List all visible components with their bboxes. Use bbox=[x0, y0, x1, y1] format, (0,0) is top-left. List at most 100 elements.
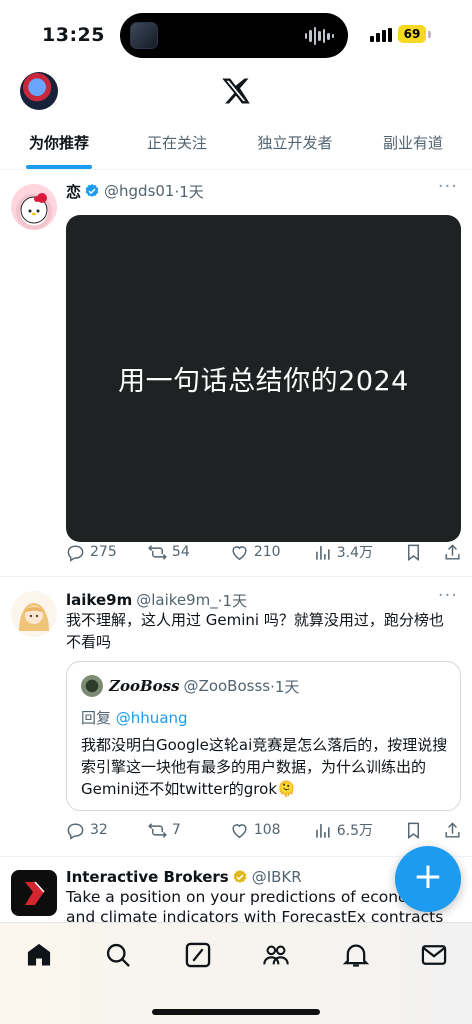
views-button[interactable]: 3.4万 bbox=[313, 542, 404, 562]
like-button[interactable]: 210 bbox=[230, 543, 313, 562]
reply-prefix: 回复 bbox=[81, 709, 112, 727]
bell-icon bbox=[342, 944, 370, 967]
tab-indie-dev[interactable]: 独立开发者 bbox=[236, 120, 354, 169]
views-chart-icon bbox=[315, 545, 330, 560]
bookmark-icon bbox=[407, 544, 419, 561]
share-icon bbox=[445, 543, 460, 560]
post-text: 我不理解，这人用过 Gemini 吗？就算没用过，跑分榜也不看吗 bbox=[66, 611, 444, 651]
more-options-icon[interactable]: ··· bbox=[438, 585, 458, 606]
tab-side-hustle[interactable]: 副业有道 bbox=[354, 120, 472, 169]
dynamic-island[interactable] bbox=[120, 13, 348, 58]
author-avatar[interactable] bbox=[11, 870, 57, 916]
repost-count: 7 bbox=[171, 822, 181, 838]
communities-icon bbox=[263, 945, 289, 965]
quote-author-name[interactable]: ZooBoss bbox=[109, 677, 180, 695]
post-divider bbox=[0, 856, 472, 857]
battery-cap-icon bbox=[428, 31, 431, 38]
grok-icon bbox=[185, 942, 211, 968]
post-actions: 32 7 108 6.5万 bbox=[66, 819, 462, 841]
share-button[interactable] bbox=[443, 543, 462, 562]
bookmark-button[interactable] bbox=[404, 821, 443, 840]
author-handle[interactable]: @IBKR bbox=[252, 868, 302, 886]
quote-time: ·1天 bbox=[270, 677, 300, 696]
signal-icon bbox=[370, 28, 392, 42]
post-image[interactable]: 用一句话总结你的2024 bbox=[66, 215, 461, 542]
nav-messages[interactable] bbox=[420, 941, 450, 971]
quote-text: 我都没明白Google这轮ai竞赛是怎么落后的，按理说搜索引擎这一块他有最多的用… bbox=[81, 736, 448, 798]
repost-icon bbox=[148, 544, 167, 560]
author-handle[interactable]: @laike9m_ bbox=[136, 591, 218, 609]
quoted-post[interactable]: ZooBoss @ZooBosss ·1天 回复 @hhuang 我都没明白Go… bbox=[66, 661, 461, 811]
like-button[interactable]: 108 bbox=[230, 821, 313, 840]
post-time: ·1天 bbox=[174, 182, 204, 201]
repost-button[interactable]: 7 bbox=[148, 821, 230, 840]
author-avatar[interactable] bbox=[11, 591, 57, 637]
share-icon bbox=[445, 821, 460, 838]
views-chart-icon bbox=[315, 823, 330, 838]
bottom-navigation bbox=[0, 922, 472, 1024]
tab-following[interactable]: 正在关注 bbox=[118, 120, 236, 169]
status-bar: 13:25 69 bbox=[0, 0, 472, 70]
more-options-icon[interactable]: ··· bbox=[438, 176, 458, 197]
quote-author-handle[interactable]: @ZooBosss bbox=[184, 677, 271, 695]
home-indicator[interactable] bbox=[152, 1009, 320, 1015]
tab-for-you[interactable]: 为你推荐 bbox=[0, 120, 118, 169]
post-actions: 275 54 210 3.4万 bbox=[66, 541, 462, 563]
app-header bbox=[0, 70, 472, 120]
x-logo-icon[interactable] bbox=[221, 76, 251, 106]
nav-search[interactable] bbox=[104, 941, 134, 971]
now-playing-app-icon bbox=[130, 22, 158, 49]
battery-indicator: 69 bbox=[398, 25, 426, 43]
nav-home[interactable] bbox=[25, 941, 55, 971]
repost-icon bbox=[148, 822, 167, 838]
reply-mention[interactable]: @hhuang bbox=[116, 709, 188, 727]
heart-icon bbox=[232, 823, 247, 838]
post-card[interactable]: laike9m @laike9m_ ·1天 ··· 我不理解，这人用过 Gemi… bbox=[0, 585, 472, 849]
reply-context: 回复 @hhuang bbox=[81, 707, 188, 728]
timeline-tabs: 为你推荐 正在关注 独立开发者 副业有道 bbox=[0, 120, 472, 170]
repost-count: 54 bbox=[171, 544, 190, 560]
bookmark-icon bbox=[407, 822, 419, 839]
view-count: 6.5万 bbox=[336, 823, 373, 839]
reply-count: 275 bbox=[90, 544, 117, 560]
post-header: laike9m @laike9m_ ·1天 bbox=[66, 589, 452, 611]
post-header: 恋 @hgds01 ·1天 bbox=[66, 180, 452, 202]
author-avatar[interactable] bbox=[11, 184, 57, 230]
audio-waveform-icon bbox=[304, 27, 334, 45]
nav-notifications[interactable] bbox=[342, 941, 372, 971]
reply-count: 32 bbox=[90, 822, 108, 838]
image-caption: 用一句话总结你的2024 bbox=[118, 366, 409, 397]
author-handle[interactable]: @hgds01 bbox=[104, 182, 174, 200]
nav-communities[interactable] bbox=[262, 941, 292, 971]
post-card[interactable]: 恋 @hgds01 ·1天 ··· 用一句话总结你的2024 275 54 21… bbox=[0, 176, 472, 576]
repost-button[interactable]: 54 bbox=[148, 543, 230, 562]
like-count: 108 bbox=[253, 822, 281, 838]
reply-button[interactable]: 275 bbox=[66, 543, 148, 562]
hello-kitty-avatar-icon bbox=[20, 193, 48, 224]
views-button[interactable]: 6.5万 bbox=[313, 820, 404, 840]
nav-grok[interactable] bbox=[184, 941, 214, 971]
reply-icon bbox=[67, 544, 84, 562]
mail-icon bbox=[421, 945, 447, 965]
post-divider bbox=[0, 576, 472, 577]
clock: 13:25 bbox=[42, 24, 105, 46]
author-name[interactable]: laike9m bbox=[66, 591, 132, 609]
share-button[interactable] bbox=[443, 821, 462, 840]
search-icon bbox=[106, 943, 130, 967]
quote-header: ZooBoss @ZooBosss ·1天 bbox=[81, 675, 299, 697]
quote-author-avatar[interactable] bbox=[81, 675, 103, 697]
bookmark-button[interactable] bbox=[404, 543, 443, 562]
post-time: ·1天 bbox=[217, 591, 248, 610]
anime-avatar-icon bbox=[19, 603, 49, 631]
home-icon bbox=[27, 943, 51, 966]
verified-badge-icon bbox=[85, 184, 99, 197]
gold-verified-badge-icon bbox=[233, 870, 247, 883]
author-name[interactable]: 恋 bbox=[66, 181, 81, 202]
author-name[interactable]: Interactive Brokers bbox=[66, 868, 229, 886]
reply-button[interactable]: 32 bbox=[66, 821, 148, 840]
ibkr-logo-icon bbox=[25, 881, 45, 905]
profile-avatar[interactable] bbox=[20, 72, 58, 110]
reply-icon bbox=[67, 822, 84, 840]
compose-post-button[interactable]: + bbox=[395, 846, 461, 912]
heart-icon bbox=[232, 545, 247, 560]
